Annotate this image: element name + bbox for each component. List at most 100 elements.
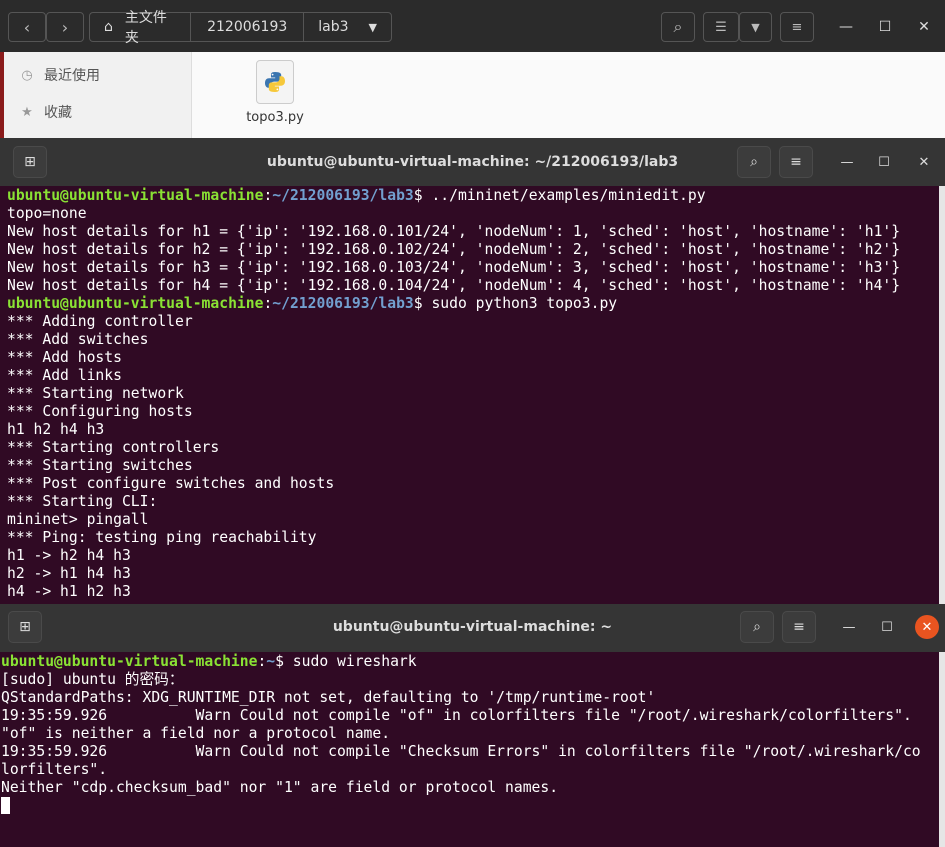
command-text: $ sudo python3 topo3.py bbox=[413, 295, 618, 312]
prompt-separator: : bbox=[263, 187, 273, 204]
maximize-button[interactable]: ☐ bbox=[872, 150, 896, 174]
terminal-line: *** Ping: testing ping reachability bbox=[7, 529, 317, 546]
chevron-left-icon: ‹ bbox=[23, 17, 31, 37]
search-icon: ⌕ bbox=[750, 154, 758, 170]
terminal-window-lab3[interactable]: ⊞ ubuntu@ubuntu-virtual-machine: ~/21200… bbox=[0, 138, 945, 604]
hamburger-icon: ≡ bbox=[791, 19, 803, 35]
list-icon: ☰ bbox=[715, 19, 727, 35]
file-item-topo3[interactable]: topo3.py bbox=[240, 60, 310, 125]
terminal-line: *** Post configure switches and hosts bbox=[7, 475, 335, 492]
minimize-button[interactable]: — bbox=[835, 150, 859, 174]
terminal-line: h2 -> h1 h4 h3 bbox=[7, 565, 131, 582]
close-icon: ✕ bbox=[918, 154, 930, 170]
terminal-line: *** Starting controllers bbox=[7, 439, 220, 456]
terminal-line: Neither "cdp.checksum_bad" nor "1" are f… bbox=[1, 779, 559, 796]
close-icon: ✕ bbox=[918, 19, 930, 35]
menu-button[interactable]: ≡ bbox=[780, 12, 814, 42]
terminal-line: *** Starting switches bbox=[7, 457, 193, 474]
breadcrumb-lab3[interactable]: lab3 ▼ bbox=[304, 13, 391, 41]
prompt-user: ubuntu@ubuntu-virtual-machine bbox=[1, 653, 258, 670]
close-button[interactable]: ✕ bbox=[911, 14, 937, 40]
terminal-line: h1 -> h2 h4 h3 bbox=[7, 547, 131, 564]
minimize-button[interactable]: — bbox=[837, 615, 861, 639]
search-button[interactable]: ⌕ bbox=[661, 12, 695, 42]
sidebar-item-label: 最近使用 bbox=[44, 68, 100, 84]
terminal-line: New host details for h4 = {'ip': '192.16… bbox=[7, 277, 901, 294]
terminal-line: *** Add hosts bbox=[7, 349, 122, 366]
python-file-icon bbox=[256, 60, 294, 104]
terminal-line: *** Starting CLI: bbox=[7, 493, 158, 510]
forward-button[interactable]: › bbox=[46, 12, 84, 42]
chevron-down-icon: ▼ bbox=[368, 20, 377, 34]
terminal-line: topo=none bbox=[7, 205, 87, 222]
search-button[interactable]: ⌕ bbox=[737, 146, 771, 178]
file-manager-sidebar: ◷ 最近使用 ★ 收藏 bbox=[0, 52, 192, 145]
close-button[interactable]: ✕ bbox=[912, 150, 936, 174]
close-button[interactable]: ✕ bbox=[915, 615, 939, 639]
menu-button[interactable]: ≡ bbox=[782, 611, 816, 643]
sidebar-item-starred[interactable]: ★ 收藏 bbox=[18, 101, 72, 123]
background-window-edge bbox=[0, 52, 4, 145]
minimize-icon: — bbox=[840, 154, 854, 170]
clock-icon: ◷ bbox=[21, 67, 33, 83]
terminal-line: [sudo] ubuntu 的密码： bbox=[1, 671, 184, 688]
command-text: $ sudo wireshark bbox=[275, 653, 417, 670]
terminal-line: h1 h2 h4 h3 bbox=[7, 421, 105, 438]
scrollbar[interactable] bbox=[939, 652, 945, 847]
breadcrumb-label: 212006193 bbox=[207, 19, 288, 35]
terminal-line: h4 -> h1 h2 h3 bbox=[7, 583, 131, 600]
search-icon: ⌕ bbox=[753, 619, 761, 635]
search-button[interactable]: ⌕ bbox=[740, 611, 774, 643]
maximize-icon: ☐ bbox=[881, 619, 893, 635]
file-manager-window: ‹ › ⌂ 主文件夹 212006193 lab3 ▼ ⌕ ☰ ▼ ≡ — ☐ … bbox=[0, 0, 945, 145]
minimize-icon: — bbox=[839, 19, 853, 35]
prompt-path: ~ bbox=[266, 653, 276, 670]
terminal-line: ubuntu@ubuntu-virtual-machine:~/21200619… bbox=[7, 187, 900, 205]
minimize-button[interactable]: — bbox=[833, 14, 859, 40]
command-text: $ ../mininet/examples/miniedit.py bbox=[413, 187, 706, 204]
text-cursor bbox=[1, 797, 10, 814]
terminal-line: ubuntu@ubuntu-virtual-machine:~$ sudo wi… bbox=[1, 653, 921, 671]
terminal-line: *** Starting network bbox=[7, 385, 184, 402]
terminal-line: New host details for h1 = {'ip': '192.16… bbox=[7, 223, 901, 240]
breadcrumb-212006193[interactable]: 212006193 bbox=[191, 13, 305, 41]
maximize-button[interactable]: ☐ bbox=[872, 14, 898, 40]
maximize-button[interactable]: ☐ bbox=[875, 615, 899, 639]
breadcrumb-label: lab3 bbox=[318, 19, 349, 35]
terminal-line: *** Add links bbox=[7, 367, 122, 384]
terminal-output: ubuntu@ubuntu-virtual-machine:~$ sudo wi… bbox=[1, 653, 921, 815]
file-manager-headerbar: ‹ › ⌂ 主文件夹 212006193 lab3 ▼ ⌕ ☰ ▼ ≡ — ☐ … bbox=[0, 0, 945, 52]
terminal-output: ubuntu@ubuntu-virtual-machine:~/21200619… bbox=[7, 187, 900, 601]
hamburger-icon: ≡ bbox=[793, 619, 805, 635]
sidebar-item-recent[interactable]: ◷ 最近使用 bbox=[18, 64, 100, 86]
minimize-icon: — bbox=[842, 619, 856, 635]
terminal-line: *** Configuring hosts bbox=[7, 403, 193, 420]
view-options-button[interactable]: ▼ bbox=[739, 12, 772, 42]
terminal-headerbar: ⊞ ubuntu@ubuntu-virtual-machine: ~ ⌕ ≡ —… bbox=[0, 604, 945, 652]
close-icon: ✕ bbox=[921, 619, 933, 635]
maximize-icon: ☐ bbox=[878, 19, 892, 35]
chevron-right-icon: › bbox=[61, 17, 69, 37]
list-view-button[interactable]: ☰ bbox=[703, 12, 739, 42]
terminal-line: New host details for h2 = {'ip': '192.16… bbox=[7, 241, 901, 258]
prompt-path: ~/212006193/lab3 bbox=[272, 187, 414, 204]
terminal-line: *** Add switches bbox=[7, 331, 149, 348]
breadcrumb-home-label: 主文件夹 bbox=[124, 10, 167, 46]
terminal-window-home[interactable]: ⊞ ubuntu@ubuntu-virtual-machine: ~ ⌕ ≡ —… bbox=[0, 604, 945, 847]
maximize-icon: ☐ bbox=[878, 154, 890, 170]
menu-button[interactable]: ≡ bbox=[779, 146, 813, 178]
prompt-path: ~/212006193/lab3 bbox=[272, 295, 414, 312]
breadcrumb: ⌂ 主文件夹 212006193 lab3 ▼ bbox=[89, 10, 392, 46]
scrollbar[interactable] bbox=[939, 186, 945, 604]
terminal-line: *** Adding controller bbox=[7, 313, 193, 330]
home-icon: ⌂ bbox=[104, 19, 113, 35]
prompt-user: ubuntu@ubuntu-virtual-machine bbox=[7, 295, 264, 312]
terminal-line: ubuntu@ubuntu-virtual-machine:~/21200619… bbox=[7, 295, 900, 313]
back-button[interactable]: ‹ bbox=[8, 12, 46, 42]
prompt-separator: : bbox=[263, 295, 273, 312]
file-name: topo3.py bbox=[246, 110, 304, 125]
terminal-input-line[interactable] bbox=[1, 797, 921, 815]
prompt-separator: : bbox=[257, 653, 267, 670]
breadcrumb-home[interactable]: ⌂ 主文件夹 bbox=[90, 10, 192, 46]
terminal-line: "of" is neither a field nor a protocol n… bbox=[1, 725, 391, 742]
